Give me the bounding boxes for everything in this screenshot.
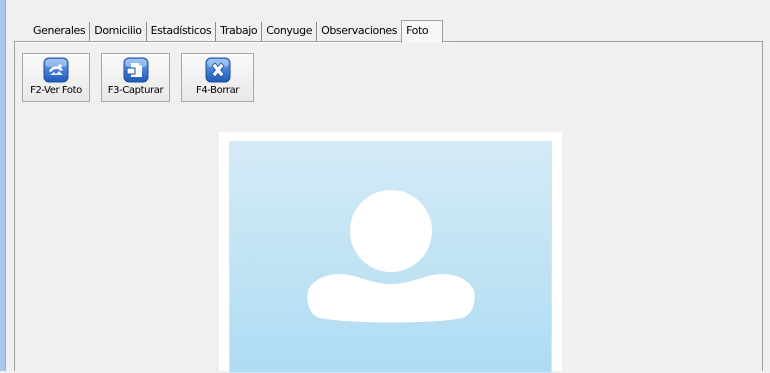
tab-strip: Generales Domicilio Estadísticos Trabajo… [24,20,444,43]
view-photo-label: F2-Ver Foto [30,85,82,96]
capture-label: F3-Capturar [107,85,164,96]
tab-observaciones[interactable]: Observaciones [317,22,402,41]
delete-icon [204,57,232,83]
photo-area[interactable] [229,141,552,373]
tab-generales[interactable]: Generales [24,22,91,41]
delete-button[interactable]: F4-Borrar [181,53,254,102]
capture-button[interactable]: F3-Capturar [101,53,170,102]
view-photo-icon [42,57,70,83]
tab-domicilio[interactable]: Domicilio [90,22,147,41]
photo-frame [219,132,562,373]
tab-panel-highlight [15,42,449,43]
view-photo-button[interactable]: F2-Ver Foto [22,53,90,102]
delete-label: F4-Borrar [195,85,240,96]
tab-conyuge[interactable]: Conyuge [262,22,318,41]
capture-icon [122,57,150,83]
tab-estadisticos[interactable]: Estadísticos [146,22,217,41]
tab-foto[interactable]: Foto [401,20,444,43]
tab-trabajo[interactable]: Trabajo [216,22,263,41]
